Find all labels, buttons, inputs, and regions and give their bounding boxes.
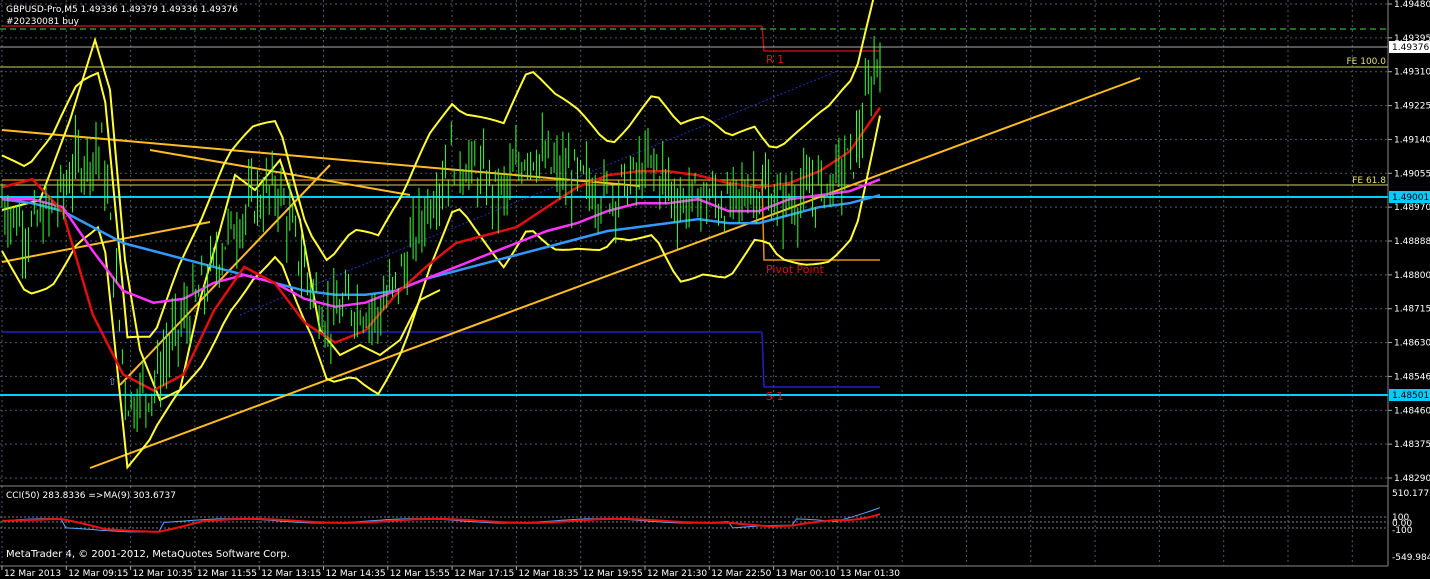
time-tick-label: 12 Mar 14:35 (326, 569, 386, 579)
s1-label: S 1 (766, 390, 783, 403)
price-chart[interactable]: ⇧ GBPUSD-Pro,M5 1.49336 1.49379 1.49336 … (0, 0, 1430, 579)
price-tick-label: 1.49225 (1394, 102, 1430, 112)
order-label: #20230081 buy (6, 17, 80, 27)
price-tick-label: 1.48460 (1394, 406, 1430, 416)
current-price-label: 1.49376 (1392, 43, 1429, 53)
time-tick-label: 12 Mar 15:55 (390, 569, 450, 579)
price-tick-label: 1.48715 (1394, 305, 1430, 315)
price-axis: 1.494801.493951.493101.492251.491401.490… (1388, 0, 1430, 484)
price-tick-label: 1.48290 (1394, 474, 1430, 484)
time-tick-label: 12 Mar 13:15 (261, 569, 321, 579)
fe100-label: FE 100.0 (1347, 57, 1387, 67)
cci-axis-neg100: -100 (1392, 526, 1413, 536)
price-tick-label: 1.48546 (1394, 372, 1430, 382)
price-tick-label: 1.48375 (1394, 440, 1430, 450)
time-tick-label: 12 Mar 19:55 (583, 569, 643, 579)
price-tick-label: 1.49140 (1394, 135, 1430, 145)
price-tick-label: 1.48630 (1394, 339, 1430, 349)
cci-label: CCI(50) 283.8336 =>MA(9) 303.6737 (6, 491, 176, 501)
chart-background (0, 0, 1430, 579)
time-tick-label: 12 Mar 09:15 (68, 569, 128, 579)
fe618-label: FE 61.8 (1352, 176, 1386, 186)
cci-axis-min: -549.984 (1392, 553, 1430, 563)
price-tick-label: 1.49310 (1394, 68, 1430, 78)
time-tick-label: 12 Mar 10:35 (133, 569, 193, 579)
time-tick-label: 12 Mar 11:55 (197, 569, 257, 579)
symbol-line: GBPUSD-Pro,M5 1.49336 1.49379 1.49336 1.… (6, 5, 238, 15)
time-tick-label: 13 Mar 00:10 (776, 569, 836, 579)
pivot-label: Pivot Point (766, 263, 824, 276)
time-tick-label: 12 Mar 21:30 (647, 569, 707, 579)
copyright-text: MetaTrader 4, © 2001-2012, MetaQuotes So… (6, 549, 290, 560)
time-tick-label: 12 Mar 22:50 (711, 569, 771, 579)
time-tick-label: 12 Mar 17:15 (454, 569, 514, 579)
cci-axis-max: 510.1772 (1392, 489, 1430, 499)
r1-label: R 1 (766, 53, 784, 66)
price-tick-label: 1.48888 (1394, 237, 1430, 247)
level-label-1: 1.49001 (1392, 193, 1429, 203)
time-tick-label: 12 Mar 18:35 (518, 569, 578, 579)
time-tick-label: 12 Mar 2013 (4, 569, 61, 579)
time-tick-label: 13 Mar 01:30 (840, 569, 900, 579)
trade-arrow-icon: ⇧ (108, 377, 116, 388)
price-tick-label: 1.49055 (1394, 169, 1430, 179)
price-tick-label: 1.49480 (1394, 0, 1430, 10)
level-label-2: 1.48501 (1392, 391, 1429, 401)
price-tick-label: 1.48800 (1394, 271, 1430, 281)
price-tick-label: 1.48970 (1394, 203, 1430, 213)
